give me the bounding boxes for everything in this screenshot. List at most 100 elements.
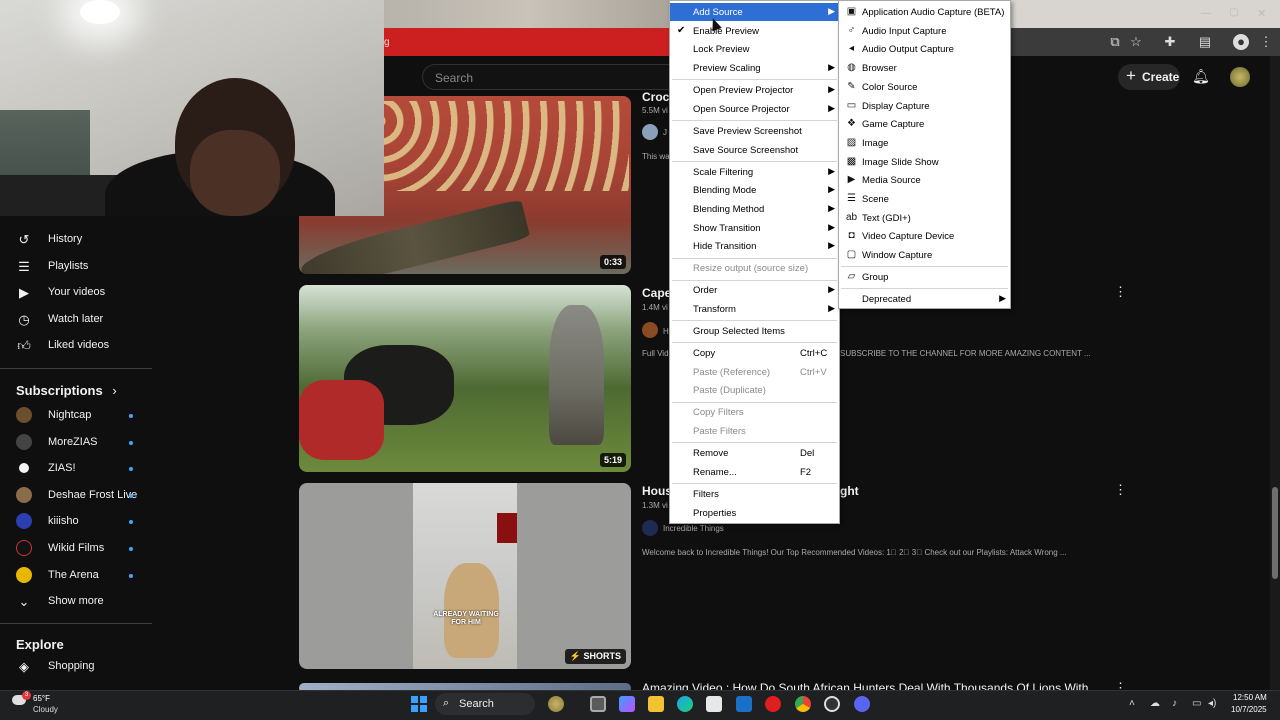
menu-item-media-source[interactable]: ▶ Media Source [839,171,1010,189]
channel-name[interactable]: J [663,128,667,137]
media-player-icon[interactable] [765,696,781,712]
extensions-icon[interactable]: ✚ [1162,34,1178,50]
menu-item-audio-output-capture[interactable]: ◂ Audio Output Capture [839,40,1010,58]
menu-item-group-selected-items[interactable]: Group Selected Items [670,322,839,340]
display-icon[interactable]: ▭ [1192,698,1201,709]
file-explorer-icon[interactable] [648,696,664,712]
search-input[interactable]: Search [422,64,670,90]
copilot-icon[interactable] [619,696,635,712]
menu-item-show-transition[interactable]: Show Transition ▶ [670,219,839,237]
menu-item-open-source-projector[interactable]: Open Source Projector ▶ [670,100,839,118]
clock-time[interactable]: 12:50 AM [1233,693,1267,702]
side-panel-icon[interactable]: ▤ [1197,34,1213,50]
menu-item-color-source[interactable]: ✎ Color Source [839,78,1010,96]
menu-item-save-preview-screenshot[interactable]: Save Preview Screenshot [670,122,839,140]
subscription-item[interactable]: MoreZIAS [0,430,150,456]
install-app-icon[interactable]: ⧉ [1107,34,1123,50]
close-icon[interactable]: ✕ [1257,7,1266,20]
menu-item-lock-preview[interactable]: Lock Preview [670,40,839,58]
menu-item-display-capture[interactable]: ▭ Display Capture [839,97,1010,115]
edge-icon[interactable] [677,696,693,712]
chrome-icon[interactable] [795,696,811,712]
menu-item-scene[interactable]: ☰ Scene [839,190,1010,208]
menu-item-text-gdi[interactable]: ab Text (GDI+) [839,209,1010,227]
widgets-icon[interactable] [548,696,564,712]
subscription-item[interactable]: Deshae Frost Live [0,483,150,509]
menu-item-blending-method[interactable]: Blending Method ▶ [670,200,839,218]
scrollbar-thumb[interactable] [1272,487,1278,579]
menu-item-hide-transition[interactable]: Hide Transition ▶ [670,237,839,255]
menu-item-add-source[interactable]: Add Source ▶ [670,3,839,21]
maximize-icon[interactable]: ▢ [1229,7,1238,18]
video-title[interactable]: Cape [642,286,671,300]
menu-item-open-preview-projector[interactable]: Open Preview Projector ▶ [670,81,839,99]
windows-start-icon[interactable] [411,696,427,712]
channel-avatar[interactable] [642,124,658,140]
menu-item-remove[interactable]: Remove Del [670,444,839,462]
sidebar-item-watch-later[interactable]: ◷ Watch later [0,307,150,333]
menu-item-copy[interactable]: Copy Ctrl+C [670,344,839,362]
menu-item-window-capture[interactable]: ▢ Window Capture [839,246,1010,264]
weather-temperature[interactable]: 65°F [33,694,50,703]
menu-item-enable-preview[interactable]: ✔ Enable Preview [670,22,839,40]
channel-avatar[interactable] [642,322,658,338]
video-thumbnail[interactable]: ALREADY WAITING FOR HIM ⚡ SHORTS [299,483,631,669]
sidebar-item-liked-videos[interactable]: 👍︎ Liked videos [0,333,150,359]
create-button[interactable]: + Create [1118,64,1180,90]
clock-date[interactable]: 10/7/2025 [1231,705,1267,714]
menu-item-rename[interactable]: Rename... F2 [670,463,839,481]
notifications-bell-icon[interactable]: 🔔︎ [1192,68,1210,84]
show-more-button[interactable]: ⌄ Show more [0,589,150,615]
menu-item-save-source-screenshot[interactable]: Save Source Screenshot [670,141,839,159]
video-title-tail[interactable]: ght [840,484,859,498]
weather-condition[interactable]: Cloudy [33,705,58,714]
cloud-sync-icon[interactable]: ☁ [1150,698,1160,709]
video-title[interactable]: Hous [642,484,672,498]
more-actions-icon[interactable]: ⋮ [1114,482,1127,498]
obs-studio-icon[interactable] [824,696,840,712]
subscription-item[interactable]: Wikid Films [0,536,150,562]
menu-item-image-slide-show[interactable]: ▩ Image Slide Show [839,153,1010,171]
sidebar-item-history[interactable]: ↺ History [0,227,150,253]
account-avatar[interactable] [1230,67,1250,87]
sidebar-item-playlists[interactable]: ☰ Playlists [0,254,150,280]
channel-name[interactable]: Incredible Things [663,524,724,533]
taskbar-search[interactable]: ⌕ Search [435,693,535,715]
subscription-item[interactable]: ZIAS! [0,456,150,482]
menu-item-video-capture-device[interactable]: ◘ Video Capture Device [839,227,1010,245]
video-thumbnail[interactable]: 5:19 [299,285,631,472]
volume-icon[interactable]: ◂) [1208,698,1216,709]
minimize-icon[interactable]: — [1201,8,1211,19]
subscription-item[interactable]: kiiisho [0,509,150,535]
menu-item-order[interactable]: Order ▶ [670,281,839,299]
channel-avatar[interactable] [642,520,658,536]
subscriptions-heading[interactable]: Subscriptions › [16,383,117,398]
sidebar-item-shopping[interactable]: ◈ Shopping [0,654,150,680]
menu-item-game-capture[interactable]: ❖ Game Capture [839,115,1010,133]
profile-avatar-icon[interactable]: ● [1233,34,1249,50]
menu-item-image[interactable]: ▨ Image [839,134,1010,152]
menu-item-application-audio-capture-beta[interactable]: ▣ Application Audio Capture (BETA) [839,3,1010,21]
menu-item-filters[interactable]: Filters [670,485,839,503]
microphone-icon[interactable]: ♪ [1172,698,1177,709]
chrome-menu-icon[interactable]: ⋮ [1258,34,1274,50]
outlook-icon[interactable] [736,696,752,712]
more-actions-icon[interactable]: ⋮ [1114,284,1127,300]
sidebar-item-your-videos[interactable]: ▶ Your videos [0,280,150,306]
subscription-item[interactable]: Nightcap [0,403,150,429]
menu-item-scale-filtering[interactable]: Scale Filtering ▶ [670,163,839,181]
menu-item-group[interactable]: ▱ Group [839,268,1010,286]
menu-item-preview-scaling[interactable]: Preview Scaling ▶ [670,59,839,77]
menu-item-audio-input-capture[interactable]: ♂ Audio Input Capture [839,22,1010,40]
menu-item-blending-mode[interactable]: Blending Mode ▶ [670,181,839,199]
menu-item-transform[interactable]: Transform ▶ [670,300,839,318]
page-scrollbar[interactable] [1270,56,1280,690]
bookmark-star-icon[interactable]: ☆ [1128,34,1144,50]
menu-item-properties[interactable]: Properties [670,504,839,522]
microsoft-store-icon[interactable] [706,696,722,712]
menu-item-deprecated[interactable]: Deprecated ▶ [839,290,1010,308]
menu-item-browser[interactable]: ◍ Browser [839,59,1010,77]
task-view-icon[interactable] [590,696,606,712]
chevron-up-icon[interactable]: ˄ [1129,698,1135,709]
channel-name[interactable]: H [663,327,669,336]
